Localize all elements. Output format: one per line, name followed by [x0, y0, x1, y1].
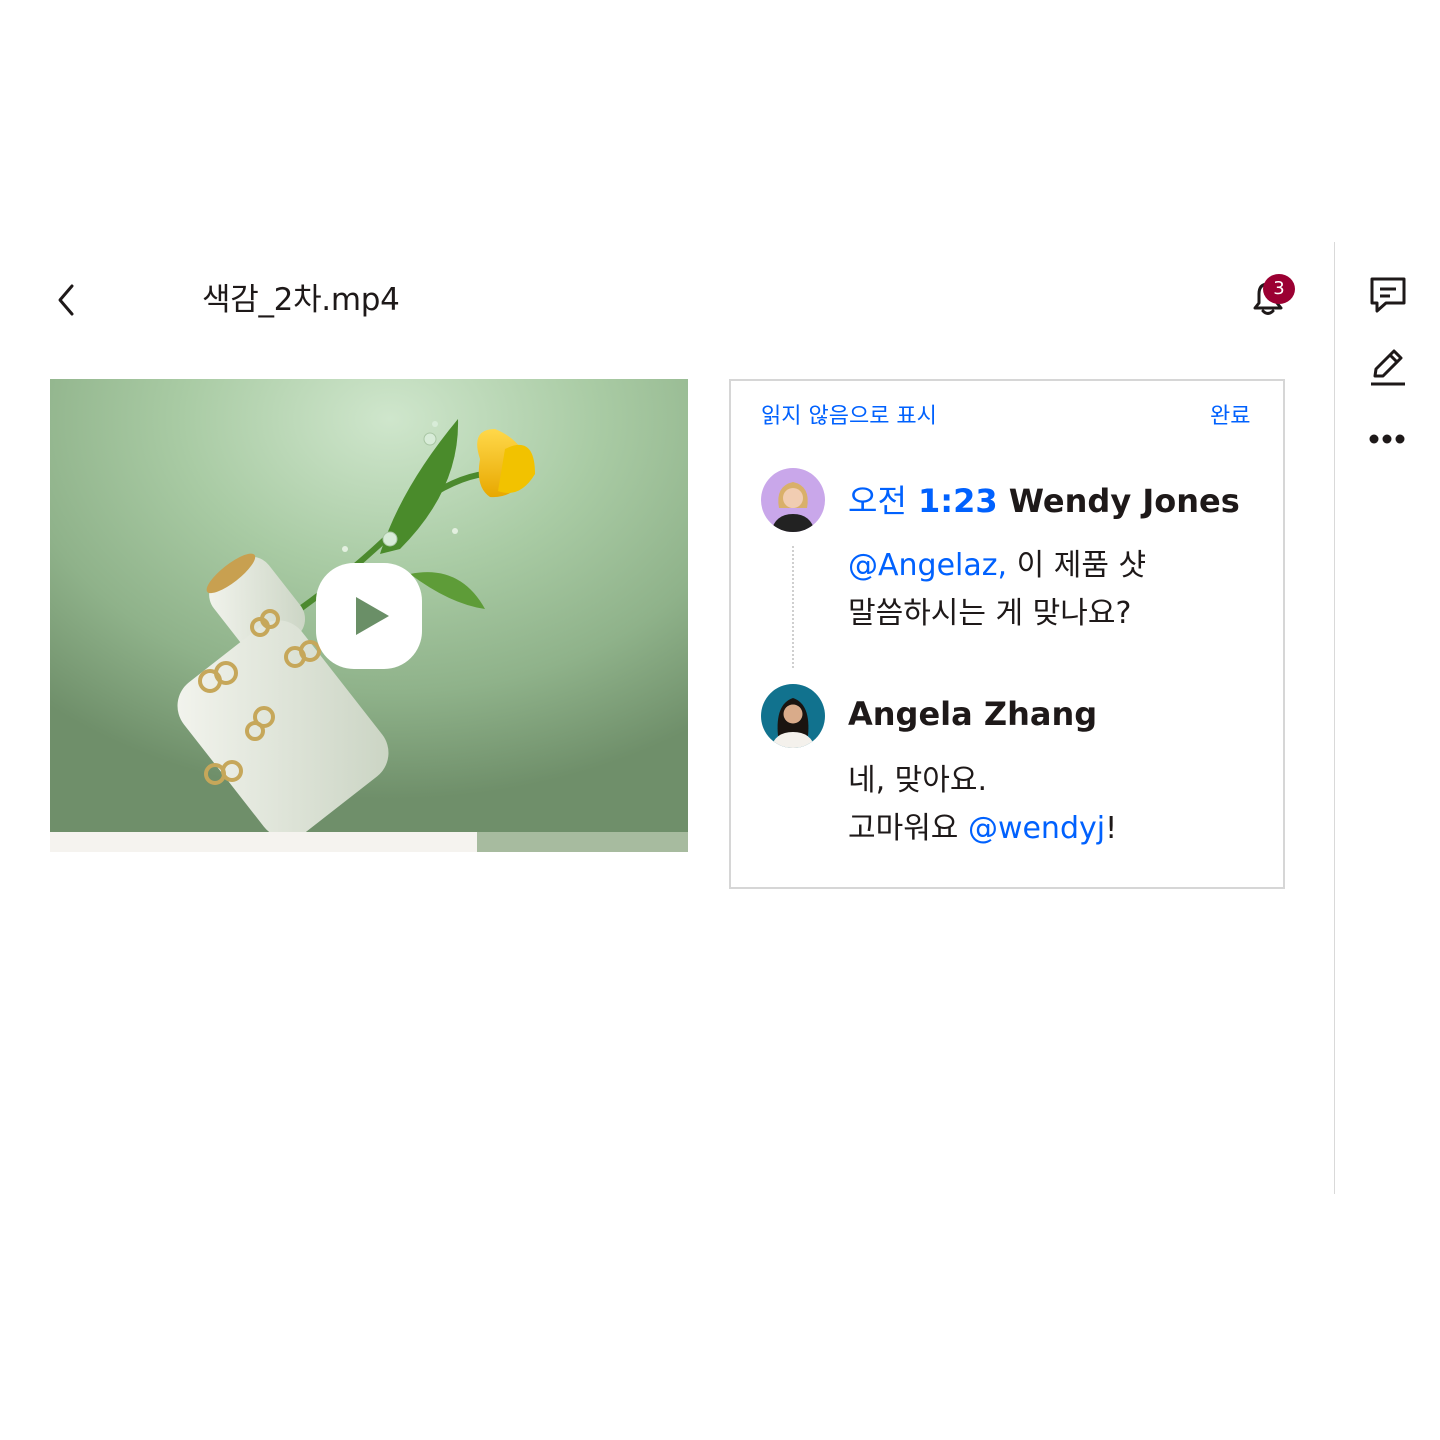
mention-link[interactable]: @Angelaz,: [848, 548, 1007, 583]
resolve-done-link[interactable]: 완료: [1210, 402, 1250, 432]
thread-connector: [792, 546, 794, 668]
edit-button[interactable]: [1362, 342, 1414, 392]
rail-divider: [1334, 242, 1335, 1194]
back-button[interactable]: [44, 276, 88, 324]
pencil-icon: [1371, 349, 1405, 386]
comment-icon: [1370, 277, 1406, 313]
comment-header-wendy: 오전 1:23 Wendy Jones: [848, 481, 1240, 521]
comment-timestamp[interactable]: 1:23: [918, 482, 998, 520]
comment-text: 네, 맞아요.: [848, 763, 988, 798]
play-icon: [356, 597, 389, 635]
comment-text: 이 제품 샷: [1007, 548, 1147, 583]
comment-line: @Angelaz, 이 제품 샷: [848, 542, 1146, 590]
comment-body-angela: 네, 맞아요. 고마워요 @wendyj!: [848, 757, 1117, 853]
comment-text: 말씀하시는 게 맞나요?: [848, 596, 1132, 631]
avatar-angela-zhang: [761, 684, 825, 748]
play-button[interactable]: [316, 563, 422, 669]
mark-unread-link[interactable]: 읽지 않음으로 표시: [761, 402, 937, 432]
video-progress-remaining: [477, 832, 688, 852]
comment-text: !: [1105, 811, 1118, 846]
more-horizontal-icon: [1369, 434, 1405, 444]
comment-text: 고마워요: [848, 811, 968, 846]
comment-body-wendy: @Angelaz, 이 제품 샷 말씀하시는 게 맞나요?: [848, 542, 1146, 638]
comment-author: Wendy Jones: [1008, 482, 1240, 520]
notification-badge: 3: [1263, 274, 1295, 304]
mention-link[interactable]: @wendyj: [968, 811, 1105, 846]
more-options-button[interactable]: [1362, 414, 1414, 464]
comment-time-prefix: 오전: [848, 482, 907, 520]
avatar-wendy-jones: [761, 468, 825, 532]
comment-author: Angela Zhang: [848, 695, 1098, 733]
chevron-left-icon: [58, 284, 74, 316]
file-title: 색감_2차.mp4: [202, 282, 400, 318]
comment-line: 고마워요 @wendyj!: [848, 805, 1117, 853]
comments-button[interactable]: [1362, 270, 1414, 320]
